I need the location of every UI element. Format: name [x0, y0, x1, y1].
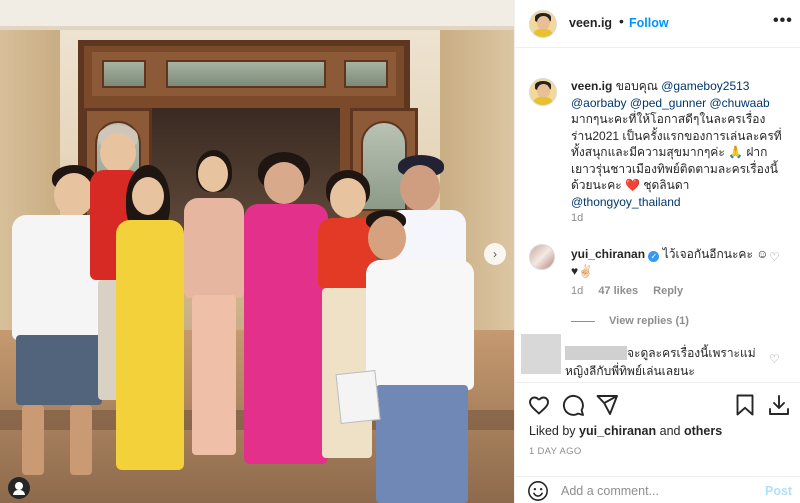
photo-person — [112, 165, 188, 485]
commenter-username[interactable]: yui_chiranan — [571, 247, 645, 261]
liked-by-others[interactable]: others — [684, 424, 722, 438]
caption-text: ขอบคุณ — [612, 79, 662, 93]
follow-button[interactable]: Follow — [629, 16, 669, 30]
header-separator: • — [619, 13, 624, 29]
chevron-right-icon: › — [493, 247, 497, 261]
user-tag-icon — [15, 482, 23, 490]
comment-text: จะดูละครเรื่องนี้เพราะแม่ — [627, 346, 756, 360]
photo-transom — [92, 52, 396, 96]
comments-list[interactable]: veen.ig ขอบคุณ @gameboy2513 @aorbaby @pe… — [515, 66, 800, 382]
liked-by-text: Liked by yui_chiranan and others — [529, 424, 723, 438]
like-icon[interactable] — [527, 393, 551, 417]
add-comment-bar: Post — [515, 476, 800, 501]
more-options-icon[interactable]: ••• — [773, 12, 793, 30]
comment-text: หญิงลีกับพี่ทิพย์เล่นเลยนะ — [565, 364, 695, 378]
commenter-avatar[interactable] — [529, 244, 555, 270]
photo-person — [178, 150, 248, 475]
comment-like-icon[interactable]: ♡ — [769, 250, 780, 264]
liked-by-user[interactable]: yui_chiranan — [579, 424, 656, 438]
comment-meta: 1d 47 likes Reply — [571, 285, 695, 297]
caption-avatar[interactable] — [529, 78, 557, 106]
comment-icon[interactable] — [561, 393, 585, 417]
caption-timestamp[interactable]: 1d — [571, 212, 583, 224]
save-bookmark-icon[interactable] — [733, 393, 757, 417]
replies-divider — [571, 320, 595, 322]
verified-badge-icon: ✓ — [648, 251, 660, 262]
author-avatar[interactable] — [529, 10, 557, 38]
heart-emoji: ❤️ — [625, 178, 640, 192]
caption-username[interactable]: veen.ig — [571, 79, 612, 93]
view-replies-button[interactable]: View replies (1) — [571, 315, 689, 327]
emoji-icon[interactable] — [527, 480, 549, 502]
comment-timestamp[interactable]: 1d — [571, 285, 583, 297]
mention-link[interactable]: @chuwaab — [709, 96, 769, 110]
mention-link[interactable]: @aorbaby — [571, 96, 627, 110]
mention-link[interactable]: @gameboy2513 — [661, 79, 749, 93]
comment-like-icon[interactable]: ♡ — [769, 352, 780, 366]
commenter-avatar[interactable] — [521, 334, 561, 374]
user-tag-button[interactable] — [8, 477, 30, 499]
post-timestamp[interactable]: 1 DAY AGO — [529, 446, 582, 457]
photo-eave — [0, 0, 514, 30]
comment-likes-count[interactable]: 47 likes — [598, 285, 638, 297]
comment-input[interactable] — [561, 482, 751, 500]
post-sidebar: veen.ig • Follow ••• veen.ig ขอบคุณ @gam… — [514, 0, 800, 503]
download-icon[interactable] — [767, 393, 791, 417]
mention-link[interactable]: @thongyoy_thailand — [571, 195, 681, 209]
photo-sign — [335, 370, 381, 424]
post-photo[interactable]: › — [0, 0, 514, 503]
author-username[interactable]: veen.ig — [569, 16, 612, 30]
photo-person — [352, 210, 492, 503]
post-actions: Liked by yui_chiranan and others 1 DAY A… — [515, 382, 800, 501]
post-caption: veen.ig ขอบคุณ @gameboy2513 @aorbaby @pe… — [571, 78, 785, 210]
comment: yui_chiranan ✓ ไว้เจอกันอีกนะคะ ☺♥✌🏻 — [571, 246, 771, 279]
mention-link[interactable]: @ped_gunner — [630, 96, 706, 110]
reply-button[interactable]: Reply — [653, 285, 683, 297]
comment: จะดูละครเรื่องนี้เพราะแม่ หญิงลีกับพี่ทิ… — [565, 344, 761, 380]
post-header: veen.ig • Follow ••• — [515, 0, 800, 48]
carousel-next-button[interactable]: › — [484, 243, 506, 265]
caption-text: ชุดลินดา — [639, 178, 690, 192]
post-comment-button[interactable]: Post — [765, 484, 792, 498]
share-icon[interactable] — [595, 393, 619, 417]
